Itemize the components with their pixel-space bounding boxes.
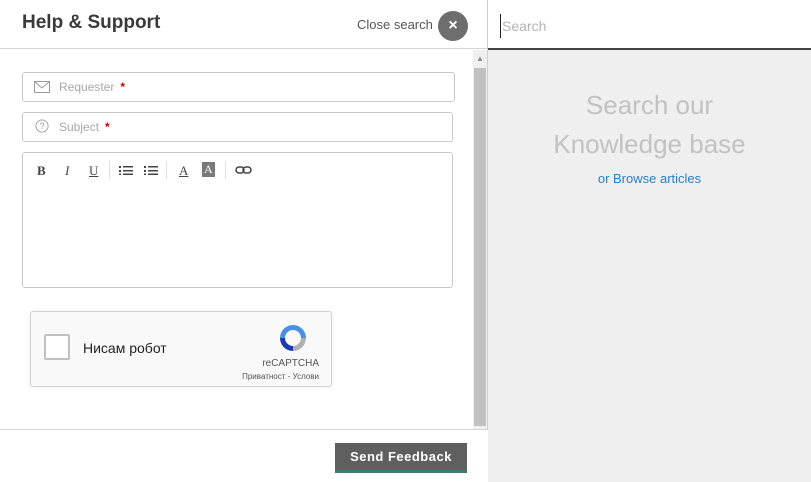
requester-field[interactable]: Requester * <box>22 72 455 102</box>
recaptcha-brand: reCAPTCHA <box>262 358 319 369</box>
help-support-panel: Help & Support Close search × Requester *… <box>0 0 488 482</box>
bold-button[interactable]: B <box>37 163 46 179</box>
scrollbar-thumb[interactable] <box>474 68 486 426</box>
scroll-up-icon[interactable]: ▲ <box>476 54 484 63</box>
question-circle-icon: ? <box>35 119 49 133</box>
page-title: Help & Support <box>22 12 161 33</box>
italic-button[interactable]: I <box>65 163 69 179</box>
panel-header: Help & Support Close search × <box>0 0 488 49</box>
recaptcha-checkbox[interactable] <box>44 334 70 360</box>
required-marker: * <box>105 120 110 134</box>
toolbar-divider <box>166 161 167 179</box>
recaptcha-widget: Нисам робот reCAPTCHA Приватност - Услов… <box>30 311 332 387</box>
search-input[interactable] <box>500 14 804 38</box>
requester-placeholder: Requester <box>59 80 115 94</box>
search-bar <box>488 0 811 50</box>
panel-footer: Send Feedback <box>0 429 488 482</box>
underline-button[interactable]: U <box>89 163 98 179</box>
kb-heading-line-1: Search our <box>585 90 714 120</box>
form-scrollbar[interactable]: ▲ <box>473 50 487 429</box>
required-marker: * <box>120 80 126 94</box>
browse-articles-link[interactable]: or Browse articles <box>488 171 811 186</box>
recaptcha-label: Нисам робот <box>83 340 167 356</box>
font-color-button[interactable]: A <box>179 163 188 179</box>
subject-placeholder: Subject <box>59 120 100 134</box>
background-color-button[interactable]: A <box>202 162 215 177</box>
close-icon: × <box>448 17 458 34</box>
close-search-link[interactable]: Close search <box>357 17 433 32</box>
search-panel: Search our Knowledge base or Browse arti… <box>488 0 811 482</box>
toolbar-divider <box>109 161 110 179</box>
numbered-list-icon[interactable] <box>144 165 158 175</box>
recaptcha-privacy-terms[interactable]: Приватност - Услови <box>242 372 319 381</box>
toolbar-divider <box>225 161 226 179</box>
recaptcha-logo-icon <box>280 325 306 351</box>
subject-field[interactable]: ? Subject * <box>22 112 453 142</box>
bullet-list-icon[interactable] <box>119 165 133 175</box>
envelope-icon <box>34 81 50 93</box>
knowledge-base-heading: Search our Knowledge base <box>488 86 811 164</box>
close-button[interactable]: × <box>438 11 468 41</box>
link-icon[interactable] <box>235 164 253 176</box>
svg-text:?: ? <box>40 121 45 131</box>
send-feedback-button[interactable]: Send Feedback <box>335 443 467 473</box>
message-editor[interactable]: B I U A A <box>22 152 453 288</box>
kb-heading-line-2: Knowledge base <box>553 129 746 159</box>
